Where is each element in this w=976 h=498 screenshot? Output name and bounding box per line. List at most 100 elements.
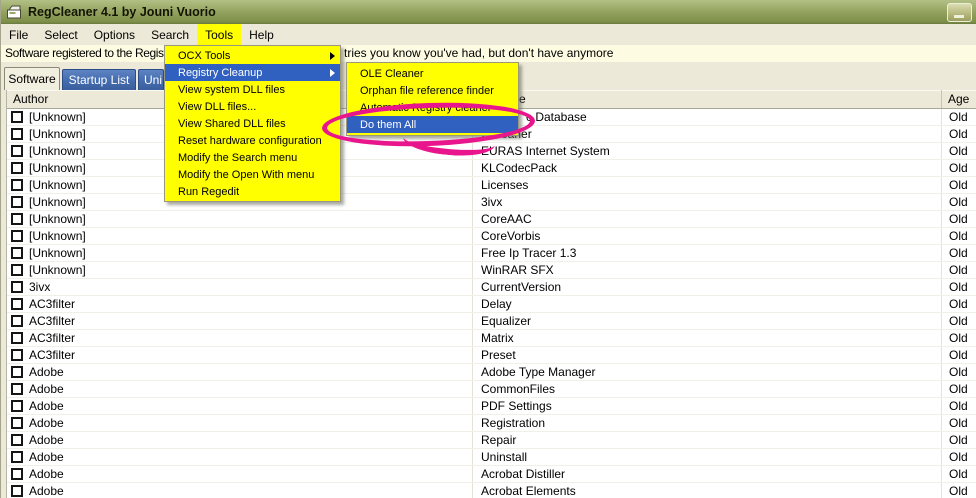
menu-item-label: Modify the Search menu (178, 152, 297, 164)
table-row[interactable]: [Unknown] KLCodecPack Old (7, 160, 976, 177)
row-checkbox[interactable] (11, 400, 23, 412)
table-row[interactable]: AC3filter Equalizer Old (7, 313, 976, 330)
row-checkbox[interactable] (11, 213, 23, 225)
author-cell: [Unknown] (29, 246, 86, 260)
menu-item-view-system-dll[interactable]: View system DLL files (165, 81, 340, 98)
age-cell: Old (942, 279, 976, 295)
submenu-item-ole-cleaner[interactable]: OLE Cleaner (347, 65, 518, 82)
table-row[interactable]: AC3filter Preset Old (7, 347, 976, 364)
age-cell: Old (942, 194, 976, 210)
row-checkbox[interactable] (11, 230, 23, 242)
age-cell: Old (942, 160, 976, 176)
age-cell: Old (942, 143, 976, 159)
author-cell: [Unknown] (29, 195, 86, 209)
row-checkbox[interactable] (11, 451, 23, 463)
row-checkbox[interactable] (11, 128, 23, 140)
table-row[interactable]: [Unknown] CoreVorbis Old (7, 228, 976, 245)
software-cell: CoreAAC (473, 211, 942, 227)
author-cell: [Unknown] (29, 110, 86, 124)
row-checkbox[interactable] (11, 162, 23, 174)
row-checkbox[interactable] (11, 332, 23, 344)
software-cell: Adobe Type Manager (473, 364, 942, 380)
menu-item-run-regedit[interactable]: Run Regedit (165, 183, 340, 200)
table-row[interactable]: 3ivx CurrentVersion Old (7, 279, 976, 296)
row-checkbox[interactable] (11, 298, 23, 310)
row-checkbox[interactable] (11, 111, 23, 123)
row-checkbox[interactable] (11, 179, 23, 191)
table-row[interactable]: [Unknown] CoreAAC Old (7, 211, 976, 228)
table-row[interactable]: Adobe Registration Old (7, 415, 976, 432)
age-cell: Old (942, 262, 976, 278)
row-checkbox[interactable] (11, 485, 23, 497)
minimize-button[interactable] (947, 3, 972, 22)
menu-item-view-dll[interactable]: View DLL files... (165, 98, 340, 115)
tab-uninstall-partial[interactable]: Uni (138, 69, 164, 90)
software-cell: 3ivx (473, 194, 942, 210)
table-row[interactable]: [Unknown] WinRAR SFX Old (7, 262, 976, 279)
author-cell: 3ivx (29, 280, 50, 294)
row-checkbox[interactable] (11, 383, 23, 395)
author-cell: [Unknown] (29, 127, 86, 141)
tab-software[interactable]: Software (4, 67, 60, 90)
table-row[interactable]: AC3filter Matrix Old (7, 330, 976, 347)
menu-item-reset-hardware[interactable]: Reset hardware configuration (165, 132, 340, 149)
row-checkbox[interactable] (11, 417, 23, 429)
menu-file[interactable]: File (1, 24, 36, 45)
software-cell: c Database (473, 109, 942, 125)
menu-item-modify-search[interactable]: Modify the Search menu (165, 149, 340, 166)
author-cell: [Unknown] (29, 178, 86, 192)
row-checkbox[interactable] (11, 281, 23, 293)
author-cell: Adobe (29, 365, 64, 379)
table-row[interactable]: [Unknown] Free Ip Tracer 1.3 Old (7, 245, 976, 262)
table-row[interactable]: [Unknown] EURAS Internet System Old (7, 143, 976, 160)
row-checkbox[interactable] (11, 468, 23, 480)
menu-item-view-shared-dll[interactable]: View Shared DLL files (165, 115, 340, 132)
menu-item-label: View DLL files... (178, 101, 256, 113)
menu-tools[interactable]: Tools (197, 24, 241, 45)
table-row[interactable]: [Unknown] Licenses Old (7, 177, 976, 194)
row-checkbox[interactable] (11, 196, 23, 208)
author-cell: Adobe (29, 450, 64, 464)
row-checkbox[interactable] (11, 264, 23, 276)
menu-search[interactable]: Search (143, 24, 197, 45)
tab-startup-list[interactable]: Startup List (62, 69, 136, 90)
age-cell: Old (942, 364, 976, 380)
tools-dropdown-menu: OCX Tools Registry Cleanup View system D… (164, 45, 341, 202)
menu-item-label: Do them All (360, 119, 416, 131)
row-checkbox[interactable] (11, 145, 23, 157)
author-cell: [Unknown] (29, 212, 86, 226)
table-row[interactable]: Adobe Uninstall Old (7, 449, 976, 466)
table-row[interactable]: Adobe Repair Old (7, 432, 976, 449)
row-checkbox[interactable] (11, 349, 23, 361)
menu-item-label: Registry Cleanup (178, 67, 262, 79)
submenu-item-automatic-cleaner[interactable]: Automatic Registry cleaner (347, 99, 518, 116)
table-row[interactable]: Adobe Acrobat Elements Old (7, 483, 976, 498)
row-checkbox[interactable] (11, 366, 23, 378)
software-cell: EURAS Internet System (473, 143, 942, 159)
table-row[interactable]: Adobe CommonFiles Old (7, 381, 976, 398)
row-checkbox[interactable] (11, 247, 23, 259)
software-table: Author e Age [Unknown] c Database Old [U… (6, 90, 976, 498)
menu-item-modify-open-with[interactable]: Modify the Open With menu (165, 166, 340, 183)
software-cell: CCleaner (473, 126, 942, 142)
menu-item-ocx-tools[interactable]: OCX Tools (165, 47, 340, 64)
row-checkbox[interactable] (11, 315, 23, 327)
row-checkbox[interactable] (11, 434, 23, 446)
table-row[interactable]: [Unknown] 3ivx Old (7, 194, 976, 211)
submenu-item-do-them-all[interactable]: Do them All (347, 116, 518, 133)
menu-item-registry-cleanup[interactable]: Registry Cleanup (165, 64, 340, 81)
software-cell: Matrix (473, 330, 942, 346)
menu-options[interactable]: Options (86, 24, 143, 45)
column-header-age[interactable]: Age (942, 90, 976, 108)
column-header-software[interactable]: e (473, 90, 942, 108)
menu-select[interactable]: Select (36, 24, 85, 45)
table-row[interactable]: Adobe Adobe Type Manager Old (7, 364, 976, 381)
table-row[interactable]: Adobe PDF Settings Old (7, 398, 976, 415)
menu-help[interactable]: Help (241, 24, 282, 45)
age-cell: Old (942, 177, 976, 193)
author-cell: AC3filter (29, 331, 75, 345)
author-cell: Adobe (29, 433, 64, 447)
table-row[interactable]: AC3filter Delay Old (7, 296, 976, 313)
submenu-item-orphan-finder[interactable]: Orphan file reference finder (347, 82, 518, 99)
table-row[interactable]: Adobe Acrobat Distiller Old (7, 466, 976, 483)
